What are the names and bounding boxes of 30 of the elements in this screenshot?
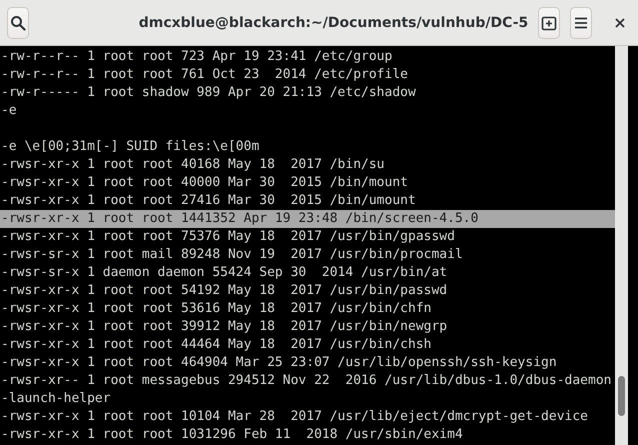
- terminal-line: -e \e[00;31m[-] SUID files:\e[00m: [0, 138, 260, 156]
- terminal-line: -rwsr-xr-x 1 root root 1031296 Feb 11 2018 /usr/sbin/exim4: [0, 426, 464, 444]
- menu-button[interactable]: [570, 6, 592, 38]
- terminal-line: -rwsr-xr-x 1 root root 54192 May 18 2017 /usr/bin/passwd: [0, 282, 448, 300]
- terminal-line: -rwsr-xr-- 1 root messagebus 294512 Nov 22 2016 /usr/lib/dbus-1.0/dbus-daemon: [0, 372, 612, 390]
- terminal-line: -rw-r--r-- 1 root root 761 Oct 23 2014 /etc/profile: [0, 66, 409, 84]
- terminal-line: -rwsr-sr-x 1 root mail 89248 Nov 19 2017 /usr/bin/procmail: [0, 246, 464, 264]
- terminal-line: -rwsr-xr-x 1 root root 40000 Mar 30 2015 /bin/mount: [0, 174, 409, 192]
- terminal-line: -launch-helper: [0, 390, 112, 408]
- terminal-line: -rwsr-xr-x 1 root root 464904 Mar 25 23:07 /usr/lib/openssh/ssh-keysign: [0, 354, 558, 372]
- terminal-line: -e: [0, 102, 18, 120]
- menu-icon: [574, 16, 588, 28]
- terminal-line: -rwsr-xr-x 1 root root 75376 May 18 2017 /usr/bin/gpasswd: [0, 228, 456, 246]
- close-icon: [614, 18, 625, 28]
- search-icon: [10, 14, 26, 30]
- scrollbar-thumb[interactable]: [618, 376, 625, 416]
- terminal-line: -rwsr-xr-x 1 root root 39912 May 18 2017 /usr/bin/newgrp: [0, 318, 448, 336]
- terminal-line: -rwsr-xr-x 1 root root 40168 May 18 2017 /bin/su: [0, 156, 386, 174]
- scrollbar[interactable]: [615, 46, 628, 445]
- new-tab-button[interactable]: [538, 6, 560, 38]
- terminal-line: -rwsr-sr-x 1 daemon daemon 55424 Sep 30 2014 /usr/bin/at: [0, 264, 448, 282]
- terminal-line: -rw-r----- 1 root shadow 989 Apr 20 21:13 /etc/shadow: [0, 84, 417, 102]
- window-title: dmcxblue@blackarch:~/Documents/vulnhub/DC-5: [138, 14, 528, 30]
- terminal-line: -rwsr-xr-x 1 root root 53616 May 18 2017 /usr/bin/chfn: [0, 300, 432, 318]
- search-button[interactable]: [7, 6, 29, 38]
- terminal-line: -rw-r--r-- 1 root root 723 Apr 19 23:41 /etc/group: [0, 48, 394, 66]
- new-tab-icon: [541, 14, 558, 30]
- terminal-line: -rwsr-xr-x 1 root root 27416 Mar 30 2015 /bin/umount: [0, 192, 417, 210]
- terminal-line: -rwsr-xr-x 1 root root 10104 Mar 28 2017 /usr/lib/eject/dmcrypt-get-device: [0, 408, 589, 426]
- terminal-line: -rwsr-xr-x 1 root root 44464 May 18 2017 /usr/bin/chsh: [0, 336, 432, 354]
